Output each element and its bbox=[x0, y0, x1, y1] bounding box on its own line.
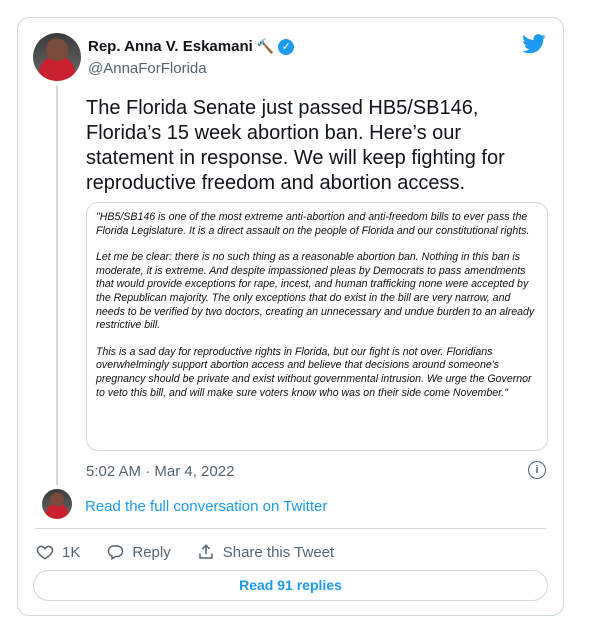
share-button[interactable]: Share this Tweet bbox=[197, 543, 334, 561]
reply-button[interactable]: Reply bbox=[106, 543, 171, 561]
share-label: Share this Tweet bbox=[222, 543, 335, 561]
tweet-embed-card: Rep. Anna V. Eskamani 🔨 ✓ @AnnaForFlorid… bbox=[17, 17, 564, 616]
statement-image[interactable]: "HB5/SB146 is one of the most extreme an… bbox=[86, 202, 548, 451]
author-handle[interactable]: @AnnaForFlorida bbox=[88, 60, 207, 77]
conversation-avatar bbox=[42, 489, 72, 519]
tweet-text: The Florida Senate just passed HB5/SB146… bbox=[86, 97, 505, 194]
like-count: 1K bbox=[62, 543, 81, 561]
reply-label: Reply bbox=[132, 543, 171, 561]
tweet-actions: 1K Reply Share this Tweet bbox=[36, 543, 360, 561]
statement-paragraph: Let me be clear: there is no such thing … bbox=[96, 251, 535, 332]
like-button[interactable]: 1K bbox=[36, 543, 80, 561]
author-avatar[interactable] bbox=[33, 33, 81, 81]
statement-paragraph: This is a sad day for reproductive right… bbox=[96, 345, 532, 399]
author-name-text[interactable]: Rep. Anna V. Eskamani bbox=[88, 38, 253, 55]
author-name[interactable]: Rep. Anna V. Eskamani 🔨 ✓ bbox=[88, 38, 295, 55]
hammer-emoji: 🔨 bbox=[256, 38, 275, 54]
thread-line bbox=[56, 86, 58, 485]
tweet-timestamp[interactable]: 5:02 AM · Mar 4, 2022 bbox=[86, 463, 234, 480]
share-icon bbox=[198, 544, 213, 559]
statement-paragraph: "HB5/SB146 is one of the most extreme an… bbox=[96, 211, 530, 237]
reply-icon bbox=[108, 545, 124, 561]
heart-icon bbox=[36, 545, 54, 560]
twitter-bird-icon[interactable] bbox=[522, 34, 546, 54]
verified-badge-icon: ✓ bbox=[278, 38, 295, 55]
info-icon[interactable]: i bbox=[528, 461, 546, 479]
divider bbox=[35, 528, 546, 529]
read-replies-button[interactable]: Read 91 replies bbox=[33, 570, 548, 601]
read-conversation-link[interactable]: Read the full conversation on Twitter bbox=[85, 498, 327, 515]
